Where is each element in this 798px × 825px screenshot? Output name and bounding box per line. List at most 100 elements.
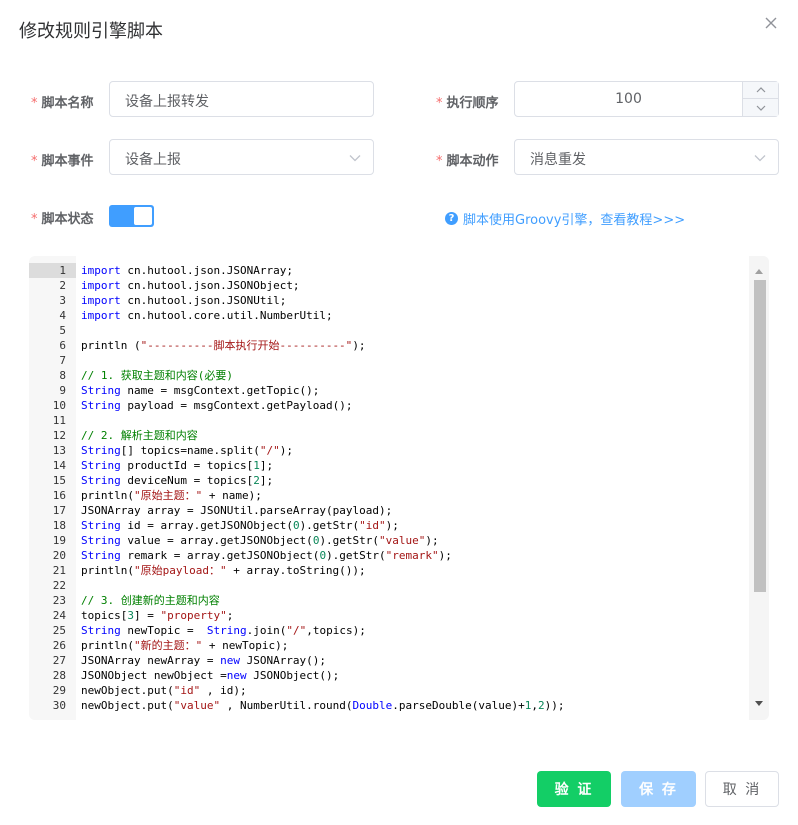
code-token: productId = topics[ [120, 459, 254, 472]
save-button[interactable]: 保 存 [621, 771, 696, 807]
code-line[interactable]: String[] topics=name.split("/"); [76, 443, 749, 458]
line-number: 19 [52, 534, 66, 547]
code-token: topics[ [81, 609, 128, 622]
code-line[interactable]: println("原始主题：" + name); [76, 488, 749, 503]
line-number: 27 [52, 654, 66, 667]
code-area[interactable]: import cn.hutool.json.JSONArray; import c… [76, 256, 749, 720]
code-line[interactable]: println("新的主题：" + newTopic); [76, 638, 749, 653]
code-line[interactable]: String deviceNum = topics[2]; [76, 473, 749, 488]
code-token: newTopic = [120, 624, 207, 637]
script-status-switch[interactable] [109, 205, 154, 227]
code-token: println( [81, 489, 134, 502]
code-token: println ( [81, 339, 141, 352]
script-action-select[interactable]: 消息重发 [514, 139, 779, 175]
script-name-label-text: 脚本名称 [41, 96, 94, 111]
code-token: + name); [202, 489, 262, 502]
code-line[interactable]: // 2. 解析主题和内容 [76, 428, 749, 443]
code-editor[interactable]: 1 2 3 4 5 6 7 8 9 10 11 12 13 14 15 16 17 18 19 20 21 22 23 24 2… [29, 256, 769, 720]
code-token: "id" [359, 519, 386, 532]
code-token: cn.hutool.json.JSONUtil; [120, 294, 287, 307]
code-token: "property" [160, 609, 227, 622]
code-token: cn.hutool.core.util.NumberUtil; [120, 309, 333, 322]
code-token: ,topics); [306, 624, 366, 637]
code-token: id = array.getJSONObject( [120, 519, 293, 532]
code-line[interactable]: String name = msgContext.getTopic(); [76, 383, 749, 398]
code-line[interactable] [76, 323, 749, 338]
code-line[interactable]: import cn.hutool.json.JSONUtil; [76, 293, 749, 308]
code-line[interactable]: import cn.hutool.json.JSONArray; [76, 263, 749, 278]
line-number: 26 [52, 639, 66, 652]
script-event-select[interactable]: 设备上报 [109, 139, 374, 175]
code-line[interactable]: // 3. 创建新的主题和内容 [76, 593, 749, 608]
code-line[interactable]: String id = array.getJSONObject(0).getSt… [76, 518, 749, 533]
code-token: ); [385, 519, 399, 532]
code-line[interactable]: newObject.put("id" , id); [76, 683, 749, 698]
code-token: deviceNum = topics[ [120, 474, 254, 487]
close-icon[interactable] [762, 14, 780, 32]
code-token: cn.hutool.json.JSONArray; [120, 264, 293, 277]
line-number: 23 [52, 594, 66, 607]
code-line[interactable] [76, 413, 749, 428]
code-token: payload = msgContext.getPayload(); [120, 399, 353, 412]
code-line[interactable]: JSONArray array = JSONUtil.parseArray(pa… [76, 503, 749, 518]
code-line[interactable]: String remark = array.getJSONObject(0).g… [76, 548, 749, 563]
scrollbar-thumb[interactable] [754, 280, 766, 592]
code-token: String [81, 399, 121, 412]
cancel-button[interactable]: 取 消 [705, 771, 779, 807]
decrease-button[interactable] [743, 99, 778, 116]
scroll-up-icon[interactable] [755, 268, 763, 274]
code-token: cn.hutool.json.JSONObject; [120, 279, 300, 292]
line-number: 4 [59, 309, 66, 322]
script-action-label-text: 脚本动作 [446, 154, 499, 169]
help-link[interactable]: ? 脚本使用Groovy引擎，查看教程>>> [445, 209, 685, 228]
line-number: 7 [59, 354, 66, 367]
code-line[interactable]: String newTopic = String.join("/",topics… [76, 623, 749, 638]
help-link-text: 脚本使用Groovy引擎，查看教程>>> [463, 213, 686, 228]
code-token: 1 [253, 459, 260, 472]
line-number: 3 [59, 294, 66, 307]
exec-order-input[interactable]: 100 [514, 81, 779, 117]
code-token: String [81, 384, 121, 397]
code-line[interactable]: import cn.hutool.core.util.NumberUtil; [76, 308, 749, 323]
code-token: "----------脚本执行开始----------" [140, 339, 353, 352]
chevron-up-icon [756, 87, 765, 93]
code-line[interactable]: String productId = topics[1]; [76, 458, 749, 473]
increase-button[interactable] [743, 82, 778, 99]
switch-knob [134, 207, 152, 225]
code-token: "原始主题：" [133, 489, 203, 502]
code-token: 2 [253, 474, 260, 487]
code-line[interactable]: // 1. 获取主题和内容(必要) [76, 368, 749, 383]
script-name-input[interactable]: 设备上报转发 [109, 81, 374, 117]
scroll-down-icon[interactable] [755, 701, 763, 707]
code-token: "原始payload：" [133, 564, 227, 577]
line-number-gutter: 1 2 3 4 5 6 7 8 9 10 11 12 13 14 15 16 17 18 19 20 21 22 23 24 2… [29, 263, 76, 713]
code-token: String [81, 549, 121, 562]
code-token: "/" [259, 444, 280, 457]
line-number: 1 [29, 263, 76, 278]
code-line[interactable]: String value = array.getJSONObject(0).ge… [76, 533, 749, 548]
code-line[interactable]: topics[3] = "property"; [76, 608, 749, 623]
code-line[interactable]: println ("----------脚本执行开始----------"); [76, 338, 749, 353]
code-line[interactable]: JSONArray newArray = new JSONArray(); [76, 653, 749, 668]
question-circle-icon: ? [445, 212, 458, 225]
code-token: "新的主题：" [133, 639, 203, 652]
line-number: 28 [52, 669, 66, 682]
verify-button[interactable]: 验 证 [537, 771, 611, 807]
code-token: // 2. 解析主题和内容 [81, 429, 198, 442]
code-token: .parseDouble(value)+ [392, 699, 525, 712]
line-number: 16 [52, 489, 66, 502]
code-line[interactable] [76, 353, 749, 368]
line-number: 18 [52, 519, 66, 532]
code-line[interactable] [76, 578, 749, 593]
code-token: String [81, 624, 121, 637]
code-line[interactable]: import cn.hutool.json.JSONObject; [76, 278, 749, 293]
code-token: import [81, 279, 121, 292]
code-token: "id" [173, 684, 201, 697]
code-line[interactable]: println("原始payload：" + array.toString())… [76, 563, 749, 578]
code-token: ] = [133, 609, 161, 622]
vertical-scrollbar[interactable] [749, 256, 769, 720]
code-line[interactable]: String payload = msgContext.getPayload()… [76, 398, 749, 413]
script-action-value: 消息重发 [530, 152, 586, 168]
code-line[interactable]: JSONObject newObject =new JSONObject(); [76, 668, 749, 683]
code-line[interactable]: newObject.put("value" , NumberUtil.round… [76, 698, 749, 713]
